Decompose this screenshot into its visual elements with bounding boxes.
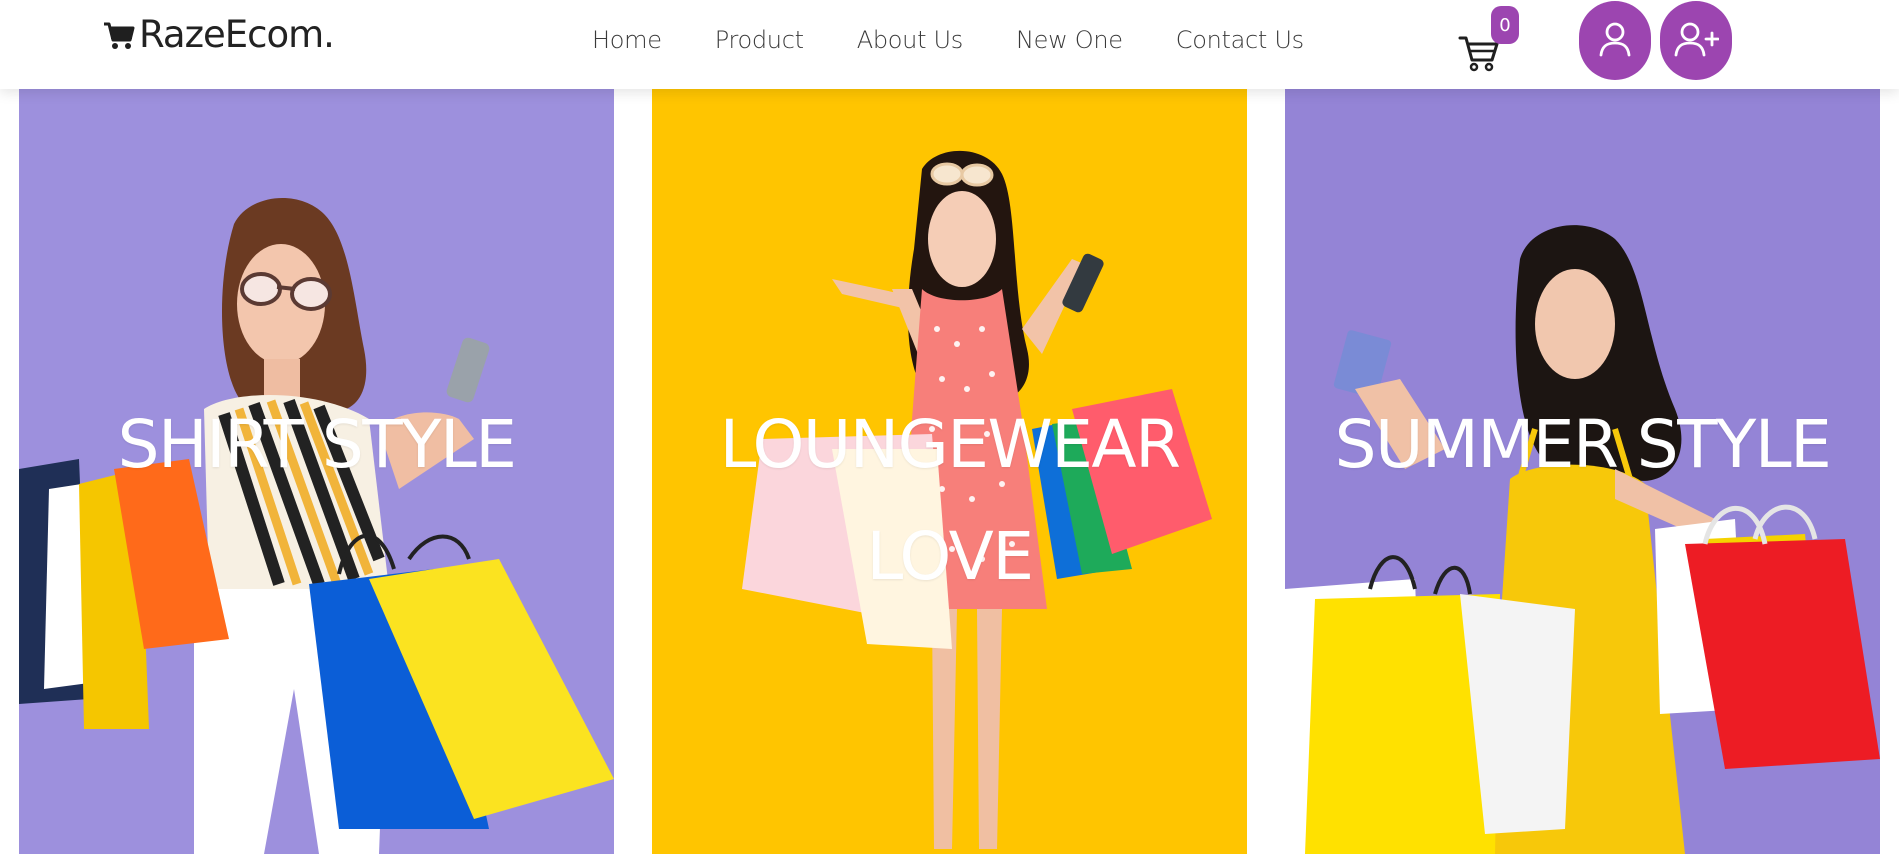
card-title: SUMMER STYLE <box>1334 406 1832 483</box>
nav-contact-us[interactable]: Contact Us <box>1176 26 1304 54</box>
top-navbar: RazeEcom. Home Product About Us New One … <box>0 0 1899 89</box>
card-title: SHIRT STYLE <box>117 406 517 483</box>
login-button[interactable] <box>1579 1 1651 80</box>
category-card-summer-style[interactable]: SUMMER STYLE <box>1285 89 1880 854</box>
nav-product[interactable]: Product <box>715 26 804 54</box>
page: RazeEcom. Home Product About Us New One … <box>0 0 1899 854</box>
card-title: LOUNGEWEAR LOVE <box>719 406 1181 595</box>
register-button[interactable] <box>1660 1 1732 80</box>
user-plus-icon <box>1673 19 1720 63</box>
cart-icon <box>1458 36 1500 76</box>
brand-logo-link[interactable]: RazeEcom. <box>101 10 335 58</box>
category-card-loungewear-love[interactable]: LOUNGEWEAR LOVE <box>652 89 1247 854</box>
brand-name: RazeEcom. <box>139 12 335 56</box>
nav-about-us[interactable]: About Us <box>857 26 964 54</box>
shopping-cart-icon <box>101 16 137 52</box>
main-nav: Home Product About Us New One Contact Us <box>592 20 1304 60</box>
user-icon <box>1595 19 1635 63</box>
cart-count-badge: 0 <box>1491 6 1519 44</box>
nav-home[interactable]: Home <box>592 26 662 54</box>
nav-new-one[interactable]: New One <box>1016 26 1123 54</box>
category-card-shirt-style[interactable]: SHIRT STYLE <box>19 89 614 854</box>
